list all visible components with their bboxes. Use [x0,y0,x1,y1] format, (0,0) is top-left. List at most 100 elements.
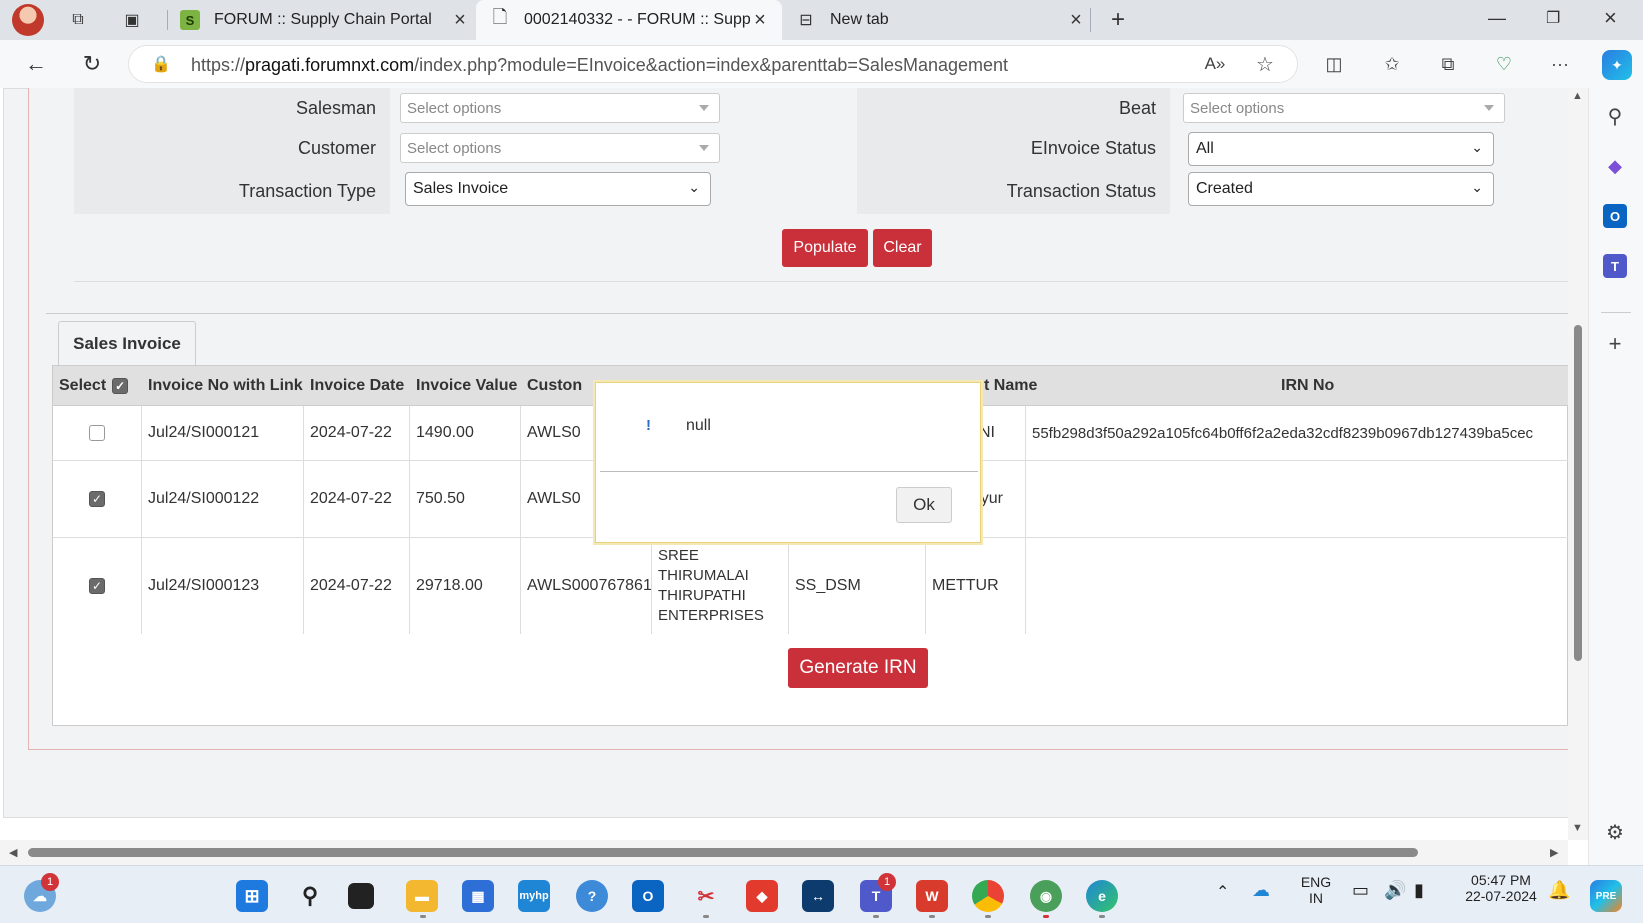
close-window-icon[interactable]: × [1604,5,1617,31]
app-globe-icon[interactable]: ◉ [1030,880,1062,912]
beat-multiselect[interactable]: Select options [1183,93,1505,123]
address-bar[interactable]: 🔒 https://pragati.forumnxt.com/index.php… [128,45,1298,83]
row-checkbox[interactable]: ✓ [89,491,105,507]
generate-irn-button[interactable]: Generate IRN [788,648,928,688]
more-menu-icon[interactable]: ··· [1548,52,1572,76]
salesman-placeholder: Select options [407,100,502,117]
battery-icon[interactable]: ▮ [1414,880,1424,901]
clock[interactable]: 05:47 PM 22-07-2024 [1456,872,1546,904]
store-icon[interactable]: ▦ [462,880,494,912]
browser-essentials-icon[interactable]: ♡ [1492,52,1516,76]
refresh-icon[interactable]: ↻ [78,50,106,78]
myhp-icon[interactable]: myhp [518,880,550,912]
horizontal-scroll-thumb[interactable] [28,848,1418,857]
lock-icon[interactable]: 🔒 [149,52,173,76]
tab-einvoice[interactable]: 🗋 0002140332 - - FORUM :: Supply × [476,0,782,40]
restore-icon[interactable]: ❐ [1546,8,1560,28]
help-icon[interactable]: ? [576,880,608,912]
search-icon[interactable]: ⚲ [1603,104,1627,128]
header-beat-name: t Name [984,377,1038,394]
horizontal-scrollbar[interactable]: ◀ ▶ [0,840,1568,865]
transaction-type-select[interactable]: Sales Invoice ⌄ [405,172,711,206]
customer-code-cell: AWLS000767861 [521,538,652,634]
row-select-cell: ✓ [53,461,142,537]
clear-button[interactable]: Clear [873,229,932,267]
start-windows-icon[interactable]: ⊞ [236,880,268,912]
url-host: pragati.forumnxt.com [245,55,415,75]
running-indicator [1043,915,1049,918]
row-checkbox[interactable] [89,425,105,441]
settings-gear-icon[interactable]: ⚙ [1603,820,1627,844]
workspaces-icon[interactable]: ⧉ [66,8,90,32]
tab-new-tab[interactable]: ⊟ New tab × [796,0,1086,40]
url-text[interactable]: https://pragati.forumnxt.com/index.php?m… [191,55,1008,76]
scroll-right-arrow-icon[interactable]: ▶ [1550,846,1558,859]
beat-label: Beat [857,88,1170,128]
tab-supply-chain-portal[interactable]: S FORUM :: Supply Chain Portal × [180,0,470,40]
invoice-value-cell: 1490.00 [410,406,521,460]
einvoice-status-select[interactable]: All ⌄ [1188,132,1494,166]
search-icon[interactable]: ⚲ [294,880,326,912]
network-icon[interactable]: ▭ [1352,880,1369,901]
scroll-up-arrow-icon[interactable]: ▲ [1572,90,1583,102]
scroll-down-arrow-icon[interactable]: ▼ [1572,822,1583,834]
scroll-left-arrow-icon[interactable]: ◀ [9,846,17,859]
back-arrow-icon[interactable]: ← [22,50,50,78]
show-hidden-icons-icon[interactable]: ⌃ [1216,882,1229,902]
windows-taskbar: ☁ 1 ⊞ ⚲ ▬ ▦ myhp ? O ✂ ◆ ↔ T 1 W ◉ e ⌃ ☁… [0,865,1643,923]
collections-icon[interactable]: ⧉ [1436,52,1460,76]
split-screen-icon[interactable]: ◫ [1322,52,1346,76]
vertical-scrollbar[interactable]: ▲ ▼ [1568,88,1588,840]
chrome-icon[interactable] [972,880,1004,912]
add-sidebar-icon[interactable]: + [1603,331,1627,356]
minimize-icon[interactable]: — [1488,8,1506,29]
header-invoice-date: Invoice Date [310,377,405,394]
read-aloud-icon[interactable]: A» [1203,52,1227,76]
row-checkbox[interactable]: ✓ [89,578,105,594]
copilot-icon[interactable]: ✦ [1602,50,1632,80]
invoice-no-link[interactable]: Jul24/SI000123 [142,538,304,634]
teams-badge: 1 [878,873,896,891]
outlook-icon[interactable]: O [1603,204,1627,228]
edge-icon[interactable]: e [1086,880,1118,912]
favorites-icon[interactable]: ✩ [1380,52,1404,76]
onedrive-icon[interactable]: ☁ [1252,880,1270,901]
transaction-type-label: Transaction Type [74,168,390,214]
tab-actions-icon[interactable]: ▣ [120,8,144,32]
teamviewer-icon[interactable]: ↔ [802,880,834,912]
running-indicator [1099,915,1105,918]
invoice-no-link[interactable]: Jul24/SI000121 [142,406,304,460]
populate-button[interactable]: Populate [782,229,868,267]
close-tab-icon[interactable]: × [750,9,770,32]
snipping-tool-icon[interactable]: ✂ [690,880,722,912]
close-tab-icon[interactable]: × [450,9,470,32]
anydesk-icon[interactable]: ◆ [746,880,778,912]
file-explorer-icon[interactable]: ▬ [406,880,438,912]
task-view-icon[interactable] [348,883,374,909]
tab-sales-invoice[interactable]: Sales Invoice [58,321,196,365]
copilot-pre-icon[interactable]: PRE [1590,880,1622,912]
url-path: /index.php?module=EInvoice&action=index&… [414,55,1009,75]
notification-bell-icon[interactable]: 🔔 [1548,880,1570,901]
favorite-star-icon[interactable]: ☆ [1253,52,1277,76]
teams-icon[interactable]: T [1603,254,1627,278]
running-indicator [929,915,935,918]
select-all-checkbox[interactable]: ✓ [112,378,129,394]
close-tab-icon[interactable]: × [1066,9,1086,32]
lang-bottom: IN [1309,890,1323,906]
profile-avatar[interactable] [12,4,44,36]
volume-icon[interactable]: 🔊 [1384,880,1406,901]
copilot-sidebar-icon[interactable]: ◆ [1603,154,1627,178]
vertical-scroll-thumb[interactable] [1574,325,1582,661]
divider [1601,312,1631,313]
ok-button[interactable]: Ok [896,487,952,523]
language-indicator[interactable]: ENG IN [1298,874,1334,906]
outlook-taskbar-icon[interactable]: O [632,880,664,912]
wps-office-icon[interactable]: W [916,880,948,912]
irn-cell: 55fb298d3f50a292a105fc64b0ff6f2a2eda32cd… [1032,424,1534,442]
transaction-status-select[interactable]: Created ⌄ [1188,172,1494,206]
salesman-multiselect[interactable]: Select options [400,93,720,123]
new-tab-plus-icon[interactable]: + [1106,6,1130,33]
customer-multiselect[interactable]: Select options [400,133,720,163]
invoice-no-link[interactable]: Jul24/SI000122 [142,461,304,537]
